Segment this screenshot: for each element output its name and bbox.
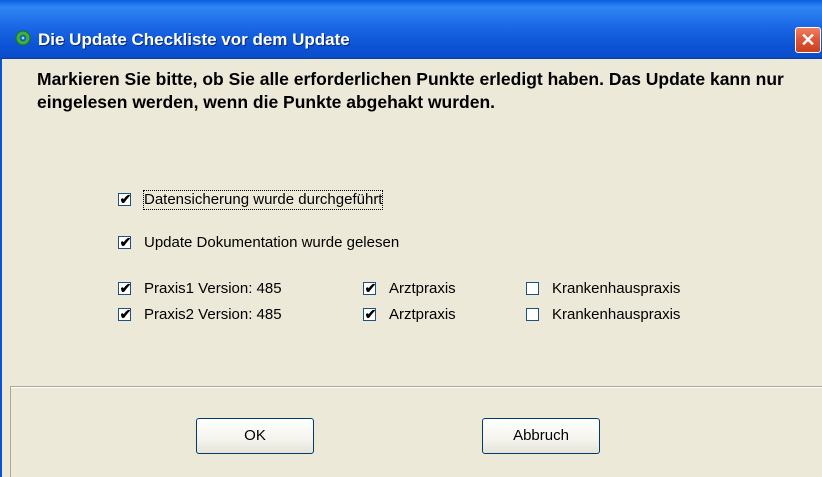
checkbox-box[interactable] [526,282,539,295]
checkmark-icon: ✔ [119,306,132,322]
update-checklist-dialog: Die Update Checkliste vor dem Update ✕ M… [0,0,822,477]
cancel-button[interactable]: Abbruch [482,418,600,454]
checkmark-icon: ✔ [119,191,132,207]
checkbox-label: Datensicherung wurde durchgeführt [142,190,384,210]
checkmark-icon: ✔ [119,280,132,296]
button-area-frame [10,387,11,477]
button-area-separator [10,386,822,388]
checkmark-icon: ✔ [119,234,132,250]
checkbox-label: Update Dokumentation wurde gelesen [144,234,400,251]
checkbox-box[interactable]: ✔ [118,306,132,322]
checkbox-box[interactable]: ✔ [118,280,132,296]
instruction-text: Markieren Sie bitte, ob Sie alle erforde… [37,69,784,112]
window-left-edge [0,59,2,477]
window-title: Die Update Checkliste vor dem Update [38,30,350,49]
checkbox-box[interactable] [526,308,539,321]
close-button[interactable]: ✕ [795,27,821,53]
checkbox-label: Praxis2 Version: 485 [144,306,282,323]
checkmark-icon: ✔ [364,306,377,322]
close-icon: ✕ [800,30,816,50]
checkbox-label: Praxis1 Version: 485 [144,280,282,297]
checkbox-label: Arztpraxis [389,306,456,323]
checkbox-label: Krankenhauspraxis [552,280,681,297]
ok-button[interactable]: OK [196,418,314,454]
checkbox-box[interactable]: ✔ [118,234,132,250]
title-bar[interactable]: Die Update Checkliste vor dem Update ✕ [0,0,822,59]
green-gear-icon [15,30,31,46]
checkbox-label: Arztpraxis [389,280,456,297]
checkbox-box[interactable]: ✔ [363,280,377,296]
checkbox-box[interactable]: ✔ [363,306,377,322]
checkmark-icon: ✔ [364,280,377,296]
checkbox-box[interactable]: ✔ [118,191,132,207]
checkbox-label: Krankenhauspraxis [552,306,681,323]
